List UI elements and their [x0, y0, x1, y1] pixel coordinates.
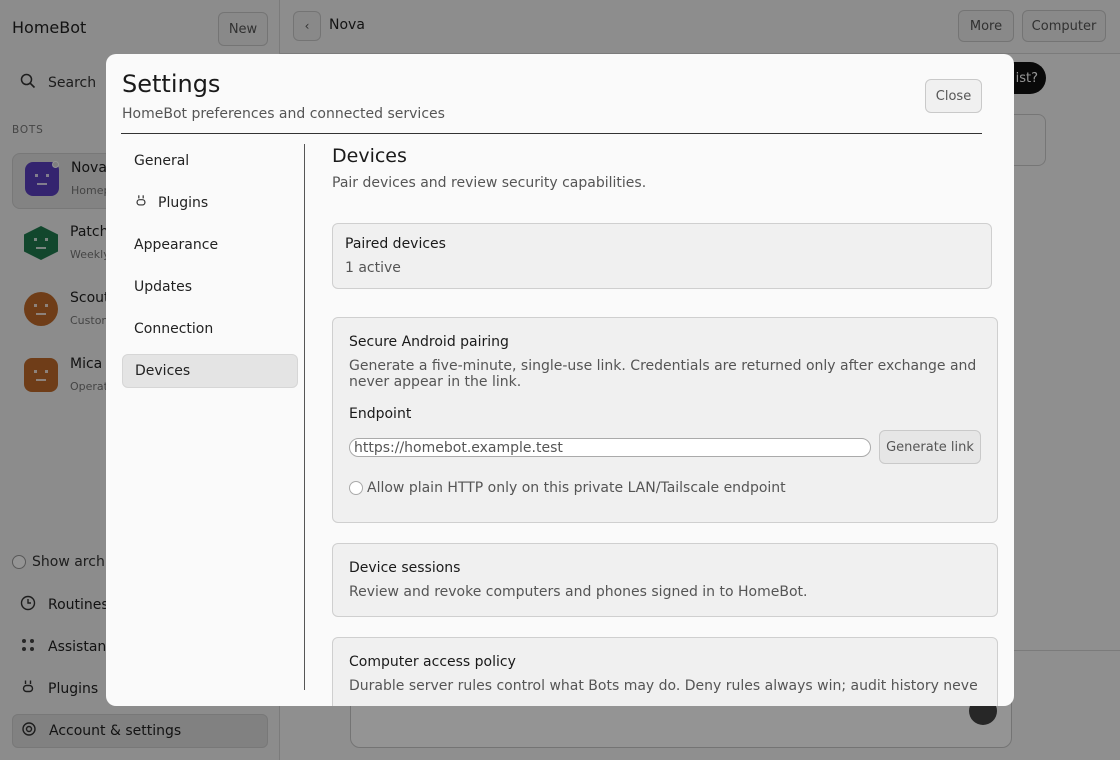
panel-title: Device sessions — [349, 560, 461, 576]
tab-plugins[interactable]: Plugins — [122, 186, 298, 220]
android-pairing-panel: Secure Android pairing Generate a five-m… — [332, 317, 998, 523]
endpoint-label: Endpoint — [349, 406, 412, 422]
tab-label: Appearance — [134, 237, 219, 253]
pane-title: Devices — [332, 145, 407, 167]
tab-label: Devices — [135, 363, 191, 379]
close-button[interactable]: Close — [925, 79, 982, 113]
tab-appearance[interactable]: Appearance — [122, 228, 298, 262]
device-sessions-panel[interactable]: Device sessions Review and revoke comput… — [332, 543, 998, 617]
tab-label: Plugins — [158, 195, 209, 211]
dialog-subtitle: HomeBot preferences and connected servic… — [122, 106, 445, 122]
pane-subtitle: Pair devices and review security capabil… — [332, 175, 647, 191]
panel-title: Secure Android pairing — [349, 334, 509, 350]
radio-circle[interactable] — [349, 481, 363, 495]
plug-icon — [134, 194, 148, 212]
computer-access-policy-panel[interactable]: Computer access policy Durable server ru… — [332, 637, 998, 706]
allow-http-option[interactable]: Allow plain HTTP only on this private LA… — [349, 480, 786, 496]
divider — [121, 133, 982, 134]
panel-title: Paired devices — [345, 236, 446, 252]
tab-label: Updates — [134, 279, 192, 295]
divider — [304, 144, 305, 690]
tab-label: General — [134, 153, 190, 169]
panel-description: Durable server rules control what Bots m… — [349, 678, 979, 694]
tab-devices[interactable]: Devices — [122, 354, 298, 388]
panel-description: Generate a five-minute, single-use link.… — [349, 358, 977, 390]
endpoint-input[interactable]: https://homebot.example.test — [349, 438, 871, 457]
dialog-title: Settings — [122, 70, 221, 98]
panel-description: Review and revoke computers and phones s… — [349, 584, 808, 600]
panel-status: 1 active — [345, 260, 401, 276]
settings-dialog: Settings HomeBot preferences and connect… — [106, 54, 1014, 706]
tab-label: Connection — [134, 321, 214, 337]
panel-title: Computer access policy — [349, 654, 516, 670]
tab-updates[interactable]: Updates — [122, 270, 298, 304]
generate-link-button[interactable]: Generate link — [879, 430, 981, 464]
paired-devices-panel[interactable]: Paired devices 1 active — [332, 223, 992, 289]
tab-connection[interactable]: Connection — [122, 312, 298, 346]
tab-general[interactable]: General — [122, 144, 298, 178]
allow-http-label: Allow plain HTTP only on this private LA… — [367, 480, 786, 496]
